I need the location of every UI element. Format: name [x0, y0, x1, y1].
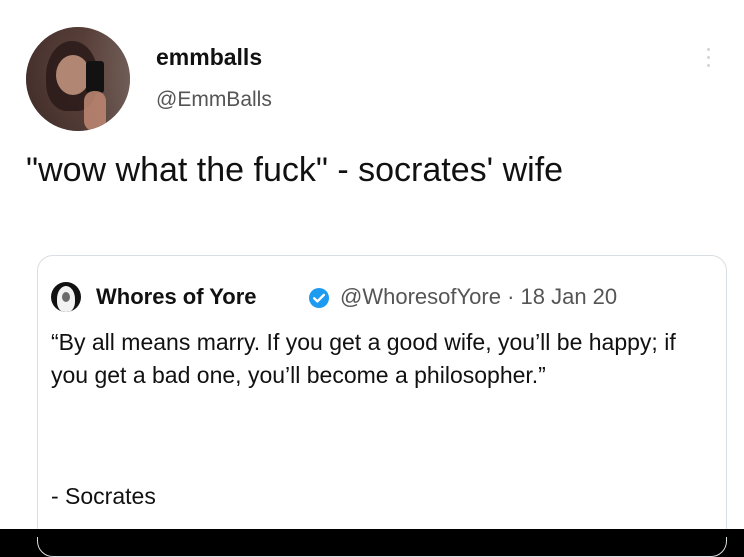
avatar-face	[56, 55, 90, 95]
tweet-card: emmballs @EmmBalls "wow what the fuck" -…	[0, 0, 744, 557]
dot-icon	[706, 64, 710, 67]
user-handle[interactable]: @EmmBalls	[156, 88, 272, 112]
bottom-border	[0, 529, 744, 537]
quoted-handle[interactable]: @WhoresofYore	[340, 284, 501, 309]
dot-icon	[706, 56, 710, 59]
quoted-meta: @WhoresofYore · 18 Jan 20	[340, 284, 617, 310]
avatar-phone	[86, 61, 104, 93]
dot-icon	[706, 48, 710, 51]
quoted-avatar[interactable]	[51, 282, 81, 312]
tweet-text: "wow what the fuck" - socrates' wife	[26, 151, 564, 189]
meta-separator: ·	[507, 284, 515, 309]
quoted-signature: - Socrates	[51, 483, 156, 509]
quoted-avatar-detail	[62, 292, 70, 302]
verified-badge-svg	[309, 288, 329, 308]
quoted-text: “By all means marry. If you get a good w…	[51, 329, 676, 388]
display-name[interactable]: emmballs	[156, 44, 262, 71]
quoted-date[interactable]: 18 Jan 20	[521, 284, 618, 309]
more-vertical-icon[interactable]	[704, 48, 712, 72]
avatar-arm	[84, 91, 106, 131]
quoted-display-name[interactable]: Whores of Yore	[96, 284, 257, 310]
verified-badge-icon	[307, 286, 331, 310]
avatar[interactable]	[26, 27, 130, 131]
